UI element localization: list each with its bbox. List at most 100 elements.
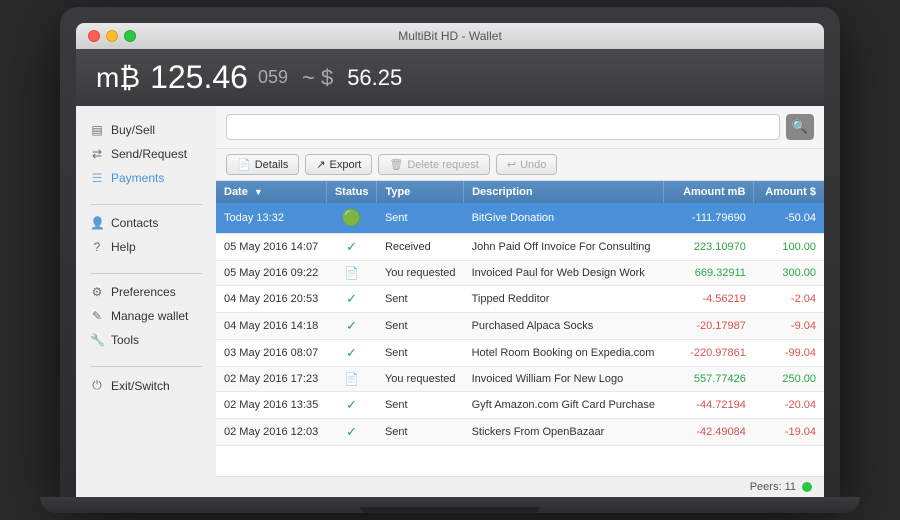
col-header-amount-btc[interactable]: Amount mB bbox=[664, 181, 754, 203]
col-header-date[interactable]: Date ▼ bbox=[216, 181, 326, 203]
cell-amount-usd: -9.04 bbox=[754, 313, 824, 340]
laptop-base bbox=[40, 497, 860, 513]
sidebar-item-exit-switch[interactable]: ⏻ Exit/Switch bbox=[76, 373, 216, 398]
cell-amount-usd: -20.04 bbox=[754, 392, 824, 419]
cell-type: Received bbox=[377, 234, 464, 261]
sidebar-label-preferences: Preferences bbox=[111, 285, 176, 299]
status-check-icon: ✓ bbox=[346, 318, 357, 333]
table-row[interactable]: 05 May 2016 09:22📄You requestedInvoiced … bbox=[216, 261, 824, 286]
delete-button[interactable]: 🗑 Delete request bbox=[378, 154, 490, 175]
gear-icon: ⚙ bbox=[90, 285, 104, 299]
sidebar-label-exit-switch: Exit/Switch bbox=[111, 379, 170, 393]
cell-date: 04 May 2016 14:18 bbox=[216, 313, 326, 340]
cell-amount-btc: 223.10970 bbox=[664, 234, 754, 261]
sidebar: ▤ Buy/Sell ⇄ Send/Request ☰ Payments bbox=[76, 106, 216, 497]
sidebar-item-manage-wallet[interactable]: ✎ Manage wallet bbox=[76, 304, 216, 328]
status-doc-icon: 📄 bbox=[344, 372, 359, 386]
cell-type: Sent bbox=[377, 203, 464, 234]
usd-amount: 56.25 bbox=[347, 65, 402, 91]
content-area: 🔍 📄 Details ↗ Export bbox=[216, 106, 824, 497]
table-row[interactable]: 05 May 2016 14:07✓ReceivedJohn Paid Off … bbox=[216, 234, 824, 261]
btc-amount: 125.46 bbox=[150, 59, 248, 96]
list-icon: ☰ bbox=[90, 171, 104, 185]
sidebar-label-payments: Payments bbox=[111, 171, 164, 185]
table-row[interactable]: 04 May 2016 14:18✓SentPurchased Alpaca S… bbox=[216, 313, 824, 340]
minimize-button[interactable] bbox=[106, 30, 118, 42]
cell-type: Sent bbox=[377, 392, 464, 419]
status-doc-icon: 📄 bbox=[344, 266, 359, 280]
power-icon: ⏻ bbox=[90, 378, 104, 393]
cell-type: Sent bbox=[377, 419, 464, 446]
cell-status: ✓ bbox=[326, 392, 377, 419]
maximize-button[interactable] bbox=[124, 30, 136, 42]
sidebar-divider-2 bbox=[90, 273, 202, 274]
sidebar-label-buy-sell: Buy/Sell bbox=[111, 123, 155, 137]
cell-amount-btc: 669.32911 bbox=[664, 261, 754, 286]
sidebar-item-tools[interactable]: 🔧 Tools bbox=[76, 328, 216, 352]
cell-status: ✓ bbox=[326, 340, 377, 367]
table-row[interactable]: 02 May 2016 13:35✓SentGyft Amazon.com Gi… bbox=[216, 392, 824, 419]
window-title: MultiBit HD - Wallet bbox=[398, 29, 502, 43]
sidebar-label-tools: Tools bbox=[111, 333, 139, 347]
sidebar-item-payments[interactable]: ☰ Payments bbox=[76, 166, 216, 190]
undo-button[interactable]: ↩ Undo bbox=[496, 154, 558, 175]
cell-status: 🟢 bbox=[326, 203, 377, 234]
status-pending-icon: 🟢 bbox=[342, 210, 362, 227]
table-row[interactable]: 02 May 2016 17:23📄You requestedInvoiced … bbox=[216, 367, 824, 392]
cell-type: Sent bbox=[377, 286, 464, 313]
export-label: Export bbox=[330, 159, 362, 171]
sidebar-item-contacts[interactable]: 👤 Contacts bbox=[76, 211, 216, 235]
cell-amount-btc: -111.79690 bbox=[664, 203, 754, 234]
export-button[interactable]: ↗ Export bbox=[305, 154, 372, 175]
table-row[interactable]: 03 May 2016 08:07✓SentHotel Room Booking… bbox=[216, 340, 824, 367]
help-icon: ? bbox=[90, 240, 104, 254]
sidebar-item-help[interactable]: ? Help bbox=[76, 235, 216, 259]
cell-amount-btc: -220.97861 bbox=[664, 340, 754, 367]
undo-label: Undo bbox=[520, 159, 546, 171]
export-icon: ↗ bbox=[316, 158, 325, 171]
search-button[interactable]: 🔍 bbox=[786, 114, 814, 140]
cell-description: Invoiced William For New Logo bbox=[464, 367, 664, 392]
cell-date: 02 May 2016 12:03 bbox=[216, 419, 326, 446]
contacts-icon: 👤 bbox=[90, 216, 104, 230]
header-bar: m₿ 125.46 059 ~ $ 56.25 bbox=[76, 49, 824, 106]
peers-status-dot bbox=[802, 482, 812, 492]
undo-icon: ↩ bbox=[507, 158, 516, 171]
details-label: Details bbox=[255, 159, 289, 171]
wrench-icon: 🔧 bbox=[90, 333, 104, 347]
table-row[interactable]: 02 May 2016 12:03✓SentStickers From Open… bbox=[216, 419, 824, 446]
search-input[interactable] bbox=[226, 114, 780, 140]
cell-amount-usd: 100.00 bbox=[754, 234, 824, 261]
cell-type: Sent bbox=[377, 340, 464, 367]
sidebar-section-contacts: 👤 Contacts ? Help bbox=[76, 211, 216, 259]
toolbar: 📄 Details ↗ Export 🗑 Delete request bbox=[216, 149, 824, 181]
col-header-type[interactable]: Type bbox=[377, 181, 464, 203]
cell-date: 03 May 2016 08:07 bbox=[216, 340, 326, 367]
col-header-status[interactable]: Status bbox=[326, 181, 377, 203]
close-button[interactable] bbox=[88, 30, 100, 42]
cell-date: 05 May 2016 14:07 bbox=[216, 234, 326, 261]
details-button[interactable]: 📄 Details bbox=[226, 154, 299, 175]
sidebar-item-preferences[interactable]: ⚙ Preferences bbox=[76, 280, 216, 304]
transfer-icon: ⇄ bbox=[90, 147, 104, 161]
cell-description: Purchased Alpaca Socks bbox=[464, 313, 664, 340]
cell-status: 📄 bbox=[326, 261, 377, 286]
sidebar-label-manage-wallet: Manage wallet bbox=[111, 309, 188, 323]
details-icon: 📄 bbox=[237, 158, 251, 171]
title-bar: MultiBit HD - Wallet bbox=[76, 23, 824, 49]
cell-date: 02 May 2016 13:35 bbox=[216, 392, 326, 419]
col-header-description[interactable]: Description bbox=[464, 181, 664, 203]
peers-label: Peers: 11 bbox=[750, 481, 796, 493]
col-header-amount-usd[interactable]: Amount $ bbox=[754, 181, 824, 203]
cell-status: ✓ bbox=[326, 286, 377, 313]
status-check-icon: ✓ bbox=[346, 239, 357, 254]
table-row[interactable]: Today 13:32🟢SentBitGive Donation-111.796… bbox=[216, 203, 824, 234]
cell-amount-usd: 300.00 bbox=[754, 261, 824, 286]
table-header-row: Date ▼ Status Type bbox=[216, 181, 824, 203]
table-row[interactable]: 04 May 2016 20:53✓SentTipped Redditor-4.… bbox=[216, 286, 824, 313]
sidebar-item-send-request[interactable]: ⇄ Send/Request bbox=[76, 142, 216, 166]
cell-description: Gyft Amazon.com Gift Card Purchase bbox=[464, 392, 664, 419]
sidebar-item-buy-sell[interactable]: ▤ Buy/Sell bbox=[76, 118, 216, 142]
status-check-icon: ✓ bbox=[346, 291, 357, 306]
usd-separator: ~ $ bbox=[302, 65, 333, 91]
